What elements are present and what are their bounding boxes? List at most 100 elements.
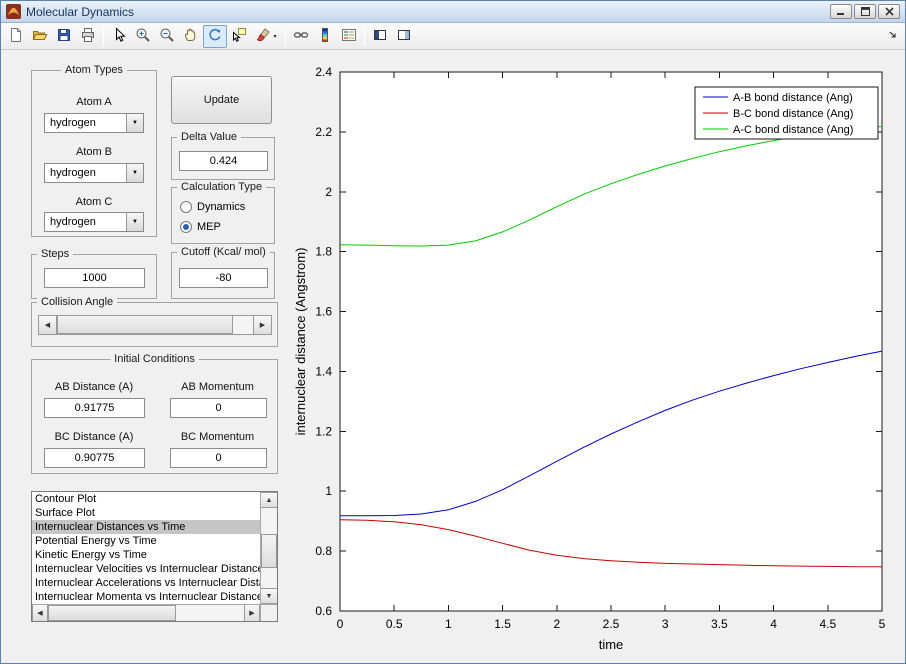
collision-angle-slider[interactable]: ◀ ▶ — [38, 315, 272, 335]
list-item[interactable]: Internuclear Velocities vs Internuclear … — [32, 562, 260, 576]
legend-label: A-C bond distance (Ang) — [733, 124, 853, 136]
atom-c-dropdown[interactable]: hydrogen ▼ — [44, 212, 144, 232]
atom-types-panel: Atom Types Atom A hydrogen ▼ Atom B hydr… — [31, 64, 157, 237]
rotate-3d-button[interactable] — [203, 24, 227, 48]
chart-canvas[interactable]: 0 0.5 1 1.5 2 2.5 3 3.5 4 4.5 5 0.6 0.8 1 1.2 1.4 1.6 1.8… — [286, 50, 903, 663]
list-item[interactable]: Contour Plot — [32, 492, 260, 506]
plot-type-listbox: Contour Plot Surface Plot Internuclear D… — [31, 491, 278, 622]
hide-plot-tools-icon — [372, 27, 388, 46]
scroll-thumb[interactable] — [48, 605, 176, 621]
insert-colorbar-button[interactable] — [313, 25, 337, 48]
legend-label: B-C bond distance (Ang) — [733, 108, 853, 120]
update-button[interactable]: Update — [171, 76, 272, 124]
scroll-up-arrow-icon[interactable]: ▲ — [261, 492, 277, 508]
listbox-items: Contour Plot Surface Plot Internuclear D… — [32, 492, 260, 604]
data-cursor-button[interactable] — [227, 25, 251, 48]
calculation-type-panel: Calculation Type Dynamics MEP — [171, 181, 275, 244]
titlebar[interactable]: Molecular Dynamics — [1, 1, 905, 23]
save-figure-button[interactable] — [52, 25, 76, 48]
ab-distance-field[interactable]: 0.91775 — [44, 398, 145, 418]
legend-icon — [341, 27, 357, 46]
ab-distance-label: AB Distance (A) — [54, 381, 134, 393]
atom-a-dropdown[interactable]: hydrogen ▼ — [44, 113, 144, 133]
collision-angle-panel: Collision Angle ◀ ▶ — [31, 296, 278, 347]
chevron-down-icon: ▼ — [126, 114, 143, 132]
listbox-horizontal-scrollbar[interactable]: ◀ ▶ — [32, 604, 260, 621]
bc-distance-field[interactable]: 0.90775 — [44, 448, 145, 468]
delta-value-title: Delta Value — [177, 131, 242, 144]
print-figure-button[interactable] — [76, 25, 100, 48]
scroll-left-arrow-icon[interactable]: ◀ — [32, 605, 48, 621]
list-item[interactable]: Potential Energy vs Time — [32, 534, 260, 548]
scroll-down-arrow-icon[interactable]: ▼ — [261, 588, 277, 604]
atom-a-label: Atom A — [76, 96, 112, 108]
y-tick-label: 2.2 — [315, 125, 332, 139]
radio-mep-circle[interactable] — [180, 221, 192, 233]
open-file-button[interactable] — [28, 25, 52, 48]
pan-button[interactable] — [179, 25, 203, 48]
open-folder-icon — [32, 27, 48, 46]
cutoff-field[interactable]: -80 — [179, 268, 268, 288]
show-plot-tools-button[interactable] — [392, 25, 416, 48]
colorbar-icon — [317, 27, 333, 46]
list-item[interactable]: Surface Plot — [32, 506, 260, 520]
plot-area[interactable] — [339, 71, 883, 612]
minimize-button[interactable] — [830, 4, 852, 19]
rotate-3d-icon — [207, 27, 223, 46]
hide-plot-tools-button[interactable] — [368, 25, 392, 48]
x-tick-label: 0 — [337, 617, 344, 631]
chevron-down-icon: ▼ — [126, 164, 143, 182]
new-figure-button[interactable] — [4, 25, 28, 48]
zoom-in-button[interactable] — [131, 25, 155, 48]
listbox-vertical-scrollbar[interactable]: ▲ ▼ — [260, 492, 277, 604]
bc-distance-label: BC Distance (A) — [54, 431, 134, 443]
scrollbar-corner — [260, 604, 277, 621]
bc-momentum-field[interactable]: 0 — [170, 448, 267, 468]
scroll-thumb[interactable] — [261, 534, 277, 568]
list-item[interactable]: Internuclear Momenta vs Internuclear Dis… — [32, 590, 260, 604]
edit-plot-button[interactable] — [107, 25, 131, 48]
close-button[interactable] — [878, 4, 900, 19]
x-tick-label: 2.5 — [603, 617, 620, 631]
brush-data-button[interactable]: ▾ — [251, 25, 282, 48]
initial-conditions-title: Initial Conditions — [110, 353, 199, 366]
slider-thumb[interactable] — [57, 316, 233, 334]
radio-mep[interactable]: MEP — [180, 221, 221, 233]
x-tick-label: 1.5 — [494, 617, 511, 631]
bc-momentum-label: BC Momentum — [180, 431, 255, 443]
slider-left-arrow-icon[interactable]: ◀ — [39, 316, 57, 334]
x-tick-label: 3 — [662, 617, 669, 631]
atom-b-dropdown[interactable]: hydrogen ▼ — [44, 163, 144, 183]
pointer-arrow-icon — [111, 26, 127, 46]
y-tick-label: 1 — [325, 484, 332, 498]
y-tick-label: 1.2 — [315, 424, 332, 438]
ab-momentum-field[interactable]: 0 — [170, 398, 267, 418]
maximize-button[interactable] — [854, 4, 876, 19]
radio-mep-label: MEP — [197, 221, 221, 233]
radio-dynamics-circle[interactable] — [180, 201, 192, 213]
figure-toolbar: ▾ — [1, 23, 905, 50]
radio-dynamics[interactable]: Dynamics — [180, 201, 245, 213]
slider-right-arrow-icon[interactable]: ▶ — [253, 316, 271, 334]
list-item[interactable]: Internuclear Accelerations vs Internucle… — [32, 576, 260, 590]
hand-icon — [183, 27, 199, 46]
slider-track[interactable] — [233, 316, 253, 334]
atom-b-label: Atom B — [75, 146, 113, 158]
scroll-track[interactable] — [176, 605, 244, 621]
link-plot-button[interactable] — [289, 25, 313, 48]
list-item[interactable]: Internuclear Distances vs Time — [32, 520, 260, 534]
toolbar-overflow-icon[interactable] — [888, 27, 898, 45]
steps-field[interactable]: 1000 — [44, 268, 145, 288]
app-icon — [6, 4, 21, 19]
scroll-track[interactable] — [261, 508, 277, 534]
zoom-out-button[interactable] — [155, 25, 179, 48]
toolbar-separator — [364, 26, 365, 46]
delta-value-field[interactable]: 0.424 — [179, 151, 268, 171]
list-item[interactable]: Kinetic Energy vs Time — [32, 548, 260, 562]
scroll-track[interactable] — [261, 568, 277, 588]
scroll-right-arrow-icon[interactable]: ▶ — [244, 605, 260, 621]
insert-legend-button[interactable] — [337, 25, 361, 48]
y-tick-label: 0.6 — [315, 604, 332, 618]
x-tick-label: 4.5 — [819, 617, 836, 631]
brush-dropdown-icon: ▾ — [273, 33, 277, 40]
